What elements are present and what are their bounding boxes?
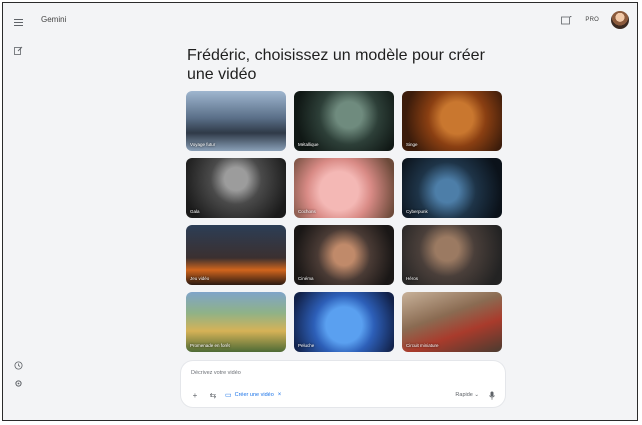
- composer-toolbar: + ⇆ ▭ Créer une vidéo × Rapide ⌄: [189, 389, 497, 401]
- create-video-label: Créer une vidéo: [234, 392, 274, 398]
- close-icon[interactable]: ×: [278, 392, 282, 398]
- template-label: Promenade en forêt: [190, 343, 230, 348]
- template-label: Peluche: [298, 343, 315, 348]
- template-card[interactable]: Cyberpunk: [402, 158, 502, 218]
- template-label: Cyberpunk: [406, 209, 428, 214]
- edit-icon[interactable]: [11, 43, 25, 57]
- mode-label: Rapide: [455, 392, 473, 398]
- template-card[interactable]: Cinéma: [294, 225, 394, 285]
- page-title: Frédéric, choisissez un modèle pour crée…: [187, 46, 507, 84]
- settings-icon[interactable]: [11, 376, 25, 390]
- template-grid: Voyage futur Métallique Singe Gala Cocho…: [186, 91, 504, 352]
- template-label: Jeu vidéo: [190, 276, 210, 281]
- microphone-icon[interactable]: [487, 390, 497, 400]
- app-window: Gemini PRO Frédéric, choisissez un modèl…: [2, 2, 638, 421]
- template-card[interactable]: Métallique: [294, 91, 394, 151]
- chevron-down-icon: ⌄: [474, 392, 479, 398]
- template-label: Gala: [190, 209, 200, 214]
- template-card[interactable]: Jeu vidéo: [186, 225, 286, 285]
- add-icon[interactable]: +: [189, 389, 201, 401]
- template-label: Circuit miniature: [406, 343, 439, 348]
- template-card[interactable]: Héros: [402, 225, 502, 285]
- template-card[interactable]: Circuit miniature: [402, 292, 502, 352]
- prompt-composer: Décrivez votre vidéo + ⇆ ▭ Créer une vid…: [181, 361, 505, 407]
- template-card[interactable]: Promenade en forêt: [186, 292, 286, 352]
- sidebar: [3, 3, 33, 420]
- template-card[interactable]: Peluche: [294, 292, 394, 352]
- history-icon[interactable]: [11, 358, 25, 372]
- video-icon: ▭: [225, 392, 232, 399]
- tools-icon[interactable]: ⇆: [207, 389, 219, 401]
- template-label: Cinéma: [298, 276, 314, 281]
- template-card[interactable]: Cochons: [294, 158, 394, 218]
- create-video-chip[interactable]: ▭ Créer une vidéo ×: [225, 391, 281, 399]
- template-label: Voyage futur: [190, 142, 216, 147]
- template-card[interactable]: Singe: [402, 91, 502, 151]
- template-label: Métallique: [298, 142, 319, 147]
- prompt-input[interactable]: Décrivez votre vidéo: [191, 370, 241, 376]
- page-title-line-1: Frédéric, choisissez un modèle pour crée…: [187, 47, 485, 64]
- template-label: Singe: [406, 142, 418, 147]
- main-content: Frédéric, choisissez un modèle pour crée…: [33, 3, 637, 420]
- template-card[interactable]: Gala: [186, 158, 286, 218]
- mode-selector[interactable]: Rapide ⌄: [455, 392, 479, 398]
- template-label: Cochons: [298, 209, 316, 214]
- template-label: Héros: [406, 276, 419, 281]
- menu-icon[interactable]: [11, 15, 25, 29]
- template-card[interactable]: Voyage futur: [186, 91, 286, 151]
- page-title-line-2: une vidéo: [187, 66, 257, 83]
